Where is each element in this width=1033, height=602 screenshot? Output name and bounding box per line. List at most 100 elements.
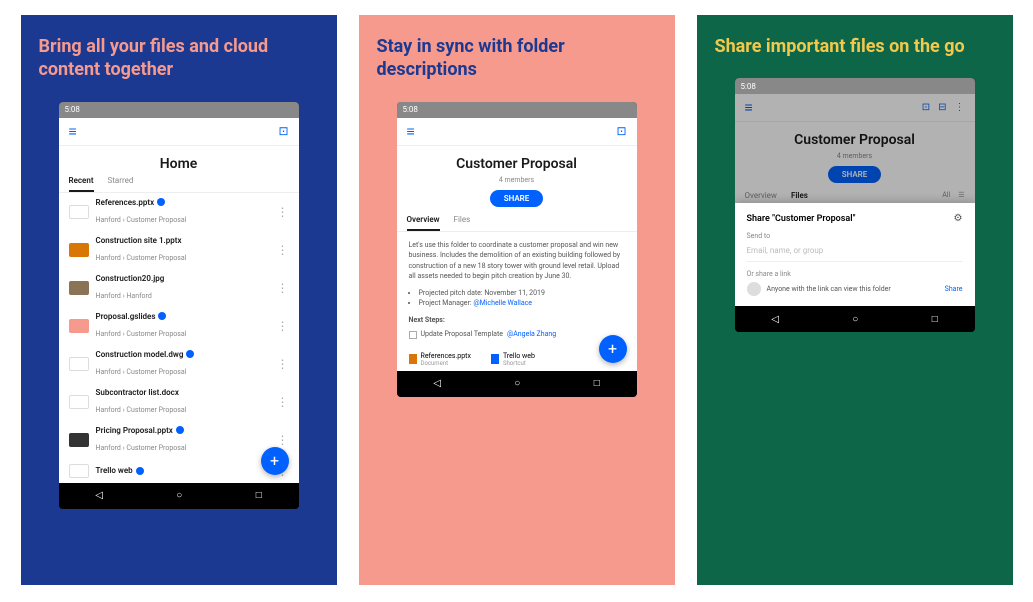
tabs: Overview Files — [397, 215, 637, 232]
sync-icon — [136, 467, 144, 475]
headline-2: Stay in sync with folder descriptions — [377, 35, 657, 82]
globe-icon — [747, 282, 761, 296]
nav-recent-icon[interactable]: □ — [594, 378, 600, 389]
app-bar: ≡ ⊡ — [59, 118, 299, 146]
file-row[interactable]: Construction site 1.pptx Hanford › Custo… — [59, 231, 299, 269]
nav-back-icon[interactable]: ◁ — [95, 490, 103, 501]
file-name: References.pptx — [96, 198, 270, 207]
link-permission-text: Anyone with the link can view this folde… — [767, 285, 939, 293]
file-row[interactable]: Construction20.jpg Hanford › Hanford ⋮ — [59, 269, 299, 307]
file-path: Hanford › Customer Proposal — [96, 368, 187, 376]
hamburger-icon[interactable]: ≡ — [69, 123, 77, 140]
file-path: Hanford › Hanford — [96, 292, 152, 300]
file-row[interactable]: Subcontractor list.docx Hanford › Custom… — [59, 383, 299, 421]
share-button[interactable]: SHARE — [828, 166, 882, 183]
headline-1: Bring all your files and cloud content t… — [39, 35, 319, 82]
shortcut-icon — [491, 354, 499, 364]
link-icon[interactable]: ⊟ — [938, 102, 946, 113]
attachment-item[interactable]: References.pptxDocument — [409, 352, 471, 367]
file-icon — [69, 281, 89, 295]
promo-panel-3: Share important files on the go 5:08 ≡ ⊡… — [697, 15, 1013, 585]
file-path: Hanford › Customer Proposal — [96, 216, 187, 224]
tab-starred[interactable]: Starred — [108, 176, 134, 192]
mention-link[interactable]: @Angela Zhang — [507, 329, 556, 340]
filter-all[interactable]: All — [942, 191, 950, 202]
headline-3: Share important files on the go — [715, 35, 995, 58]
view-toggle-icon[interactable]: ☰ — [958, 191, 964, 202]
file-name: Proposal.gslides — [96, 312, 270, 321]
status-bar: 5:08 — [735, 78, 975, 94]
nav-recent-icon[interactable]: □ — [932, 314, 938, 325]
file-path: Hanford › Customer Proposal — [96, 406, 187, 414]
overflow-icon[interactable]: ⋮ — [277, 281, 289, 295]
app-bar: ≡ ⊡ ⊟ ⋮ — [735, 94, 975, 122]
sheet-title: Share "Customer Proposal" — [747, 214, 856, 224]
status-bar: 5:08 — [397, 102, 637, 118]
page-title: Customer Proposal — [397, 156, 637, 172]
search-icon[interactable]: ⊡ — [278, 124, 288, 138]
overflow-icon[interactable]: ⋮ — [277, 319, 289, 333]
file-icon — [69, 464, 89, 478]
search-icon[interactable]: ⊡ — [616, 124, 626, 138]
overflow-icon[interactable]: ⋮ — [955, 102, 965, 113]
nav-back-icon[interactable]: ◁ — [433, 378, 441, 389]
nav-home-icon[interactable]: ○ — [852, 314, 858, 325]
fab-add-button[interactable]: + — [599, 335, 627, 363]
file-name: Construction20.jpg — [96, 274, 270, 283]
overflow-icon[interactable]: ⋮ — [277, 357, 289, 371]
share-sheet: Share "Customer Proposal" ⚙ Send to Emai… — [735, 203, 975, 306]
hamburger-icon[interactable]: ≡ — [745, 99, 753, 116]
attachment-item[interactable]: Trello webShortcut — [491, 352, 535, 367]
mention-link[interactable]: @Michelle Wallace — [473, 299, 532, 307]
or-share-label: Or share a link — [747, 270, 963, 278]
members-count: 4 members — [397, 176, 637, 184]
share-input[interactable]: Email, name, or group — [747, 240, 963, 262]
app-bar: ≡ ⊡ — [397, 118, 637, 146]
file-icon — [69, 205, 89, 219]
tabs: Recent Starred — [59, 176, 299, 193]
page-title: Home — [59, 156, 299, 172]
file-name: Pricing Proposal.pptx — [96, 426, 270, 435]
phone-mock-2: 5:08 ≡ ⊡ Customer Proposal 4 members SHA… — [397, 102, 637, 397]
tab-files[interactable]: Files — [454, 215, 471, 231]
sync-icon — [186, 350, 194, 358]
folder-description: Let's use this folder to coordinate a cu… — [397, 232, 637, 348]
sync-icon — [176, 426, 184, 434]
tab-recent[interactable]: Recent — [69, 176, 94, 192]
share-link-button[interactable]: Share — [945, 285, 963, 293]
promo-panel-2: Stay in sync with folder descriptions 5:… — [359, 15, 675, 585]
file-path: Hanford › Customer Proposal — [96, 254, 187, 262]
nav-home-icon[interactable]: ○ — [514, 378, 520, 389]
file-icon — [69, 243, 89, 257]
file-path: Hanford › Customer Proposal — [96, 330, 187, 338]
file-row[interactable]: References.pptx Hanford › Customer Propo… — [59, 193, 299, 231]
nav-recent-icon[interactable]: □ — [256, 490, 262, 501]
overflow-icon[interactable]: ⋮ — [277, 243, 289, 257]
sync-icon — [158, 312, 166, 320]
file-name: Trello web — [96, 466, 270, 475]
status-bar: 5:08 — [59, 102, 299, 118]
overflow-icon[interactable]: ⋮ — [277, 433, 289, 447]
task-row[interactable]: Update Proposal Template @Angela Zhang — [409, 329, 625, 340]
phone-mock-3: 5:08 ≡ ⊡ ⊟ ⋮ Customer Proposal 4 members… — [735, 78, 975, 332]
overflow-icon[interactable]: ⋮ — [277, 205, 289, 219]
android-nav-bar: ◁ ○ □ — [59, 483, 299, 509]
hamburger-icon[interactable]: ≡ — [407, 123, 415, 140]
sync-icon — [157, 198, 165, 206]
share-button[interactable]: SHARE — [490, 190, 544, 207]
file-icon — [69, 357, 89, 371]
nav-home-icon[interactable]: ○ — [176, 490, 182, 501]
checkbox-icon[interactable] — [409, 331, 417, 339]
fab-add-button[interactable]: + — [261, 447, 289, 475]
gear-icon[interactable]: ⚙ — [954, 213, 963, 224]
doc-icon — [409, 354, 417, 364]
tab-overview[interactable]: Overview — [407, 215, 440, 231]
file-name: Construction site 1.pptx — [96, 236, 270, 245]
file-row[interactable]: Proposal.gslides Hanford › Customer Prop… — [59, 307, 299, 345]
search-icon[interactable]: ⊡ — [922, 102, 930, 113]
nav-back-icon[interactable]: ◁ — [771, 314, 779, 325]
overflow-icon[interactable]: ⋮ — [277, 395, 289, 409]
file-icon — [69, 433, 89, 447]
android-nav-bar: ◁ ○ □ — [735, 306, 975, 332]
file-row[interactable]: Construction model.dwg Hanford › Custome… — [59, 345, 299, 383]
